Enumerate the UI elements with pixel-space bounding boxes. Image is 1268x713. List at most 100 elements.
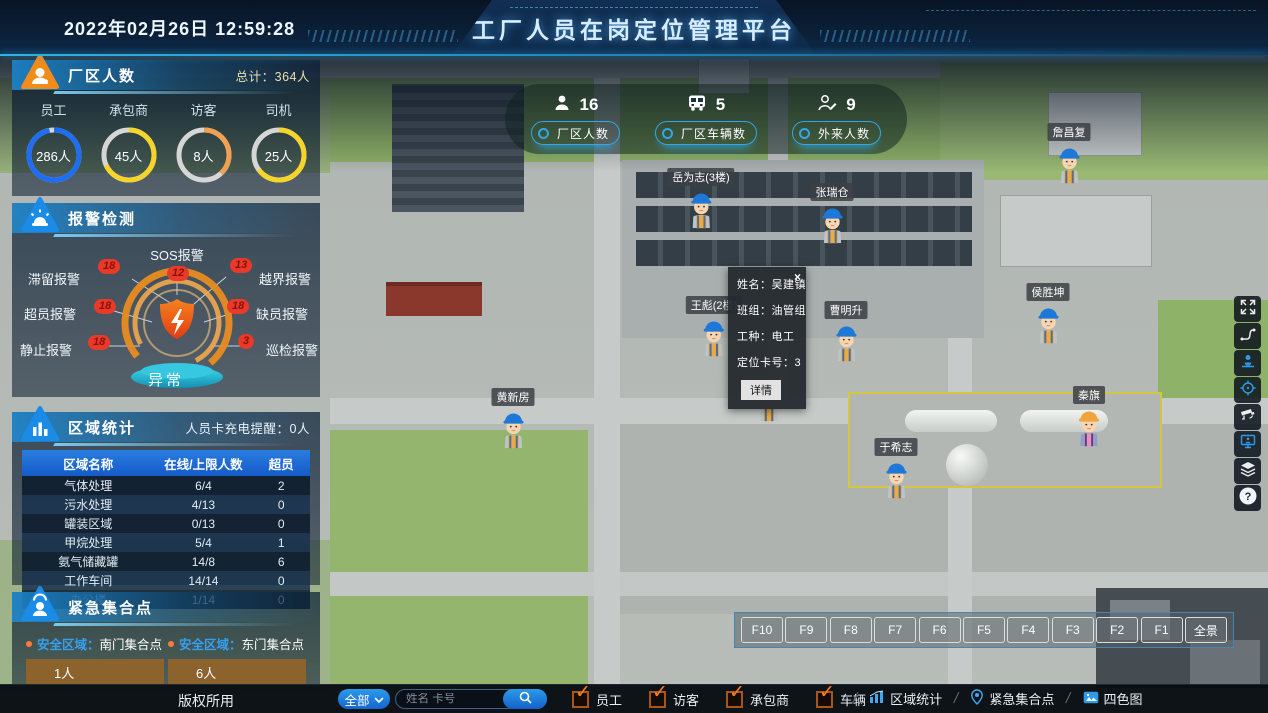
header-decoration bbox=[308, 30, 458, 42]
worker-marker[interactable]: 曹明升 bbox=[825, 301, 868, 362]
ring-gauge: 8人 bbox=[175, 126, 233, 184]
filter-checkbox[interactable]: ✓ 承包商 bbox=[726, 690, 789, 709]
personnel-ring: 司机 25人 bbox=[250, 100, 308, 184]
area-stats-table: 区域名称在线/上限人数超员 气体处理6/42污水处理4/130罐装区域0/130… bbox=[22, 450, 310, 609]
ring-category-label: 员工 bbox=[40, 100, 66, 119]
footer-link[interactable]: 四色图 bbox=[1083, 689, 1143, 708]
map-building-red bbox=[386, 282, 482, 316]
map-tool-button[interactable]: ? bbox=[1234, 485, 1261, 511]
map-stat-pill[interactable]: 厂区车辆数 bbox=[655, 121, 757, 145]
floor-button[interactable]: F7 bbox=[874, 617, 916, 643]
detail-button[interactable]: 详情 bbox=[741, 380, 781, 400]
panel-title: 紧急集合点 bbox=[68, 597, 153, 618]
filter-checkbox[interactable]: ✓ 员工 bbox=[572, 690, 622, 709]
map-tool-button[interactable] bbox=[1234, 323, 1261, 349]
close-icon[interactable]: × bbox=[794, 270, 801, 284]
map-stat-pill[interactable]: 外来人数 bbox=[792, 121, 881, 145]
filter-type-dropdown[interactable]: 全部 bbox=[338, 689, 390, 709]
worker-avatar-icon bbox=[881, 458, 911, 499]
table-row: 甲烷处理5/41 bbox=[22, 533, 310, 552]
ring-gauge: 286人 bbox=[25, 126, 83, 184]
camera-icon bbox=[1240, 407, 1256, 428]
footer-separator: / bbox=[851, 690, 859, 707]
search-input[interactable] bbox=[396, 693, 503, 705]
visitor-icon bbox=[817, 94, 837, 117]
map-building bbox=[1000, 195, 1152, 267]
ring-value: 286人 bbox=[25, 126, 83, 184]
footer-link[interactable]: 紧急集合点 bbox=[970, 689, 1054, 708]
map-tool-button[interactable] bbox=[1234, 296, 1261, 322]
floor-button[interactable]: 全景 bbox=[1185, 617, 1227, 643]
map-stat: 9 外来人数 bbox=[792, 84, 881, 154]
worker-marker[interactable]: 詹昌复 bbox=[1048, 123, 1091, 184]
map-road bbox=[594, 78, 620, 690]
personnel-rings: 员工 286人承包商 45人访客 8人司机 25人 bbox=[12, 90, 320, 184]
floor-button[interactable]: F1 bbox=[1141, 617, 1183, 643]
floor-button[interactable]: F10 bbox=[741, 617, 783, 643]
ring-value: 25人 bbox=[250, 126, 308, 184]
worker-marker[interactable]: 于希志 bbox=[875, 438, 918, 499]
filter-checkbox[interactable]: ✓ 访客 bbox=[649, 690, 699, 709]
assembly-dot-icon bbox=[26, 641, 32, 647]
worker-marker[interactable]: 岳为志(3楼) bbox=[667, 168, 734, 229]
popup-field: 班组：油管组 bbox=[737, 302, 800, 318]
worker-avatar-icon bbox=[686, 188, 716, 229]
worker-avatar-icon bbox=[498, 408, 528, 449]
target-icon bbox=[1240, 380, 1256, 401]
worker-name-label: 侯胜坤 bbox=[1027, 283, 1070, 301]
table-cell: 14/14 bbox=[154, 571, 252, 590]
table-row: 污水处理4/130 bbox=[22, 495, 310, 514]
worker-marker[interactable]: 黄新房 bbox=[492, 388, 535, 449]
checkbox-box[interactable]: ✓ bbox=[572, 691, 589, 708]
map-tool-button[interactable] bbox=[1234, 431, 1261, 457]
ring-category-label: 承包商 bbox=[109, 100, 148, 119]
worker-badge-icon bbox=[20, 53, 60, 91]
app: 火星科技 2022年02月26日 12:59:28 工厂人员在岗定位管理平台 厂… bbox=[0, 0, 1268, 713]
floor-button[interactable]: F5 bbox=[963, 617, 1005, 643]
assembly-dot-icon bbox=[168, 641, 174, 647]
floor-button[interactable]: F6 bbox=[919, 617, 961, 643]
footer-link-label: 区域统计 bbox=[890, 689, 942, 708]
worker-marker[interactable]: 秦旗 bbox=[1073, 386, 1105, 447]
map-tool-button[interactable] bbox=[1234, 377, 1261, 403]
popup-field: 姓名：吴建镇 bbox=[737, 276, 800, 292]
worker-avatar-icon bbox=[1074, 406, 1104, 447]
footer-link[interactable]: 区域统计 bbox=[869, 689, 942, 708]
header-decoration bbox=[820, 30, 970, 42]
checkbox-box[interactable]: ✓ bbox=[649, 691, 666, 708]
alarm-count-badge: 18 bbox=[98, 259, 120, 274]
table-row: 罐装区域0/130 bbox=[22, 514, 310, 533]
panel-title: 厂区人数 bbox=[68, 65, 136, 86]
map-tool-button[interactable] bbox=[1234, 404, 1261, 430]
table-cell: 5/4 bbox=[154, 533, 252, 552]
assembly-point: 安全区域： 东门集合点 6人 bbox=[168, 634, 306, 685]
map-stat-label: 厂区车辆数 bbox=[681, 125, 746, 142]
help-icon: ? bbox=[1239, 487, 1257, 510]
table-cell: 4/13 bbox=[154, 495, 252, 514]
worker-avatar-icon bbox=[1033, 303, 1063, 344]
ring-category-label: 访客 bbox=[190, 100, 216, 119]
table-cell: 0 bbox=[252, 571, 310, 590]
checkbox-box[interactable]: ✓ bbox=[726, 691, 743, 708]
search-box bbox=[395, 689, 547, 709]
map-tool-button[interactable] bbox=[1234, 350, 1261, 376]
floor-button[interactable]: F4 bbox=[1007, 617, 1049, 643]
search-button[interactable] bbox=[503, 689, 547, 709]
floor-button[interactable]: F9 bbox=[785, 617, 827, 643]
pill-dot-icon bbox=[799, 128, 810, 139]
total-count-label: 总计：364人 bbox=[236, 66, 310, 85]
map-building bbox=[392, 84, 524, 212]
worker-avatar-icon bbox=[817, 203, 847, 244]
floor-button[interactable]: F2 bbox=[1096, 617, 1138, 643]
alarm-radial: 异常 SOS报警12滞留报警18越界报警13超员报警18缺员报警18静止报警18… bbox=[12, 233, 320, 397]
assembly-group-icon bbox=[20, 585, 60, 623]
worker-avatar-icon bbox=[699, 316, 729, 357]
floor-button[interactable]: F3 bbox=[1052, 617, 1094, 643]
map-tool-button[interactable] bbox=[1234, 458, 1261, 484]
panel-factory-count: 厂区人数 总计：364人 员工 286人承包商 45人访客 8人司机 25人 bbox=[12, 60, 320, 196]
map-stat-pill[interactable]: 厂区人数 bbox=[531, 121, 620, 145]
worker-marker[interactable]: 张瑞仓 bbox=[811, 183, 854, 244]
checkbox-box[interactable]: ✓ bbox=[816, 691, 833, 708]
floor-button[interactable]: F8 bbox=[830, 617, 872, 643]
worker-marker[interactable]: 侯胜坤 bbox=[1027, 283, 1070, 344]
